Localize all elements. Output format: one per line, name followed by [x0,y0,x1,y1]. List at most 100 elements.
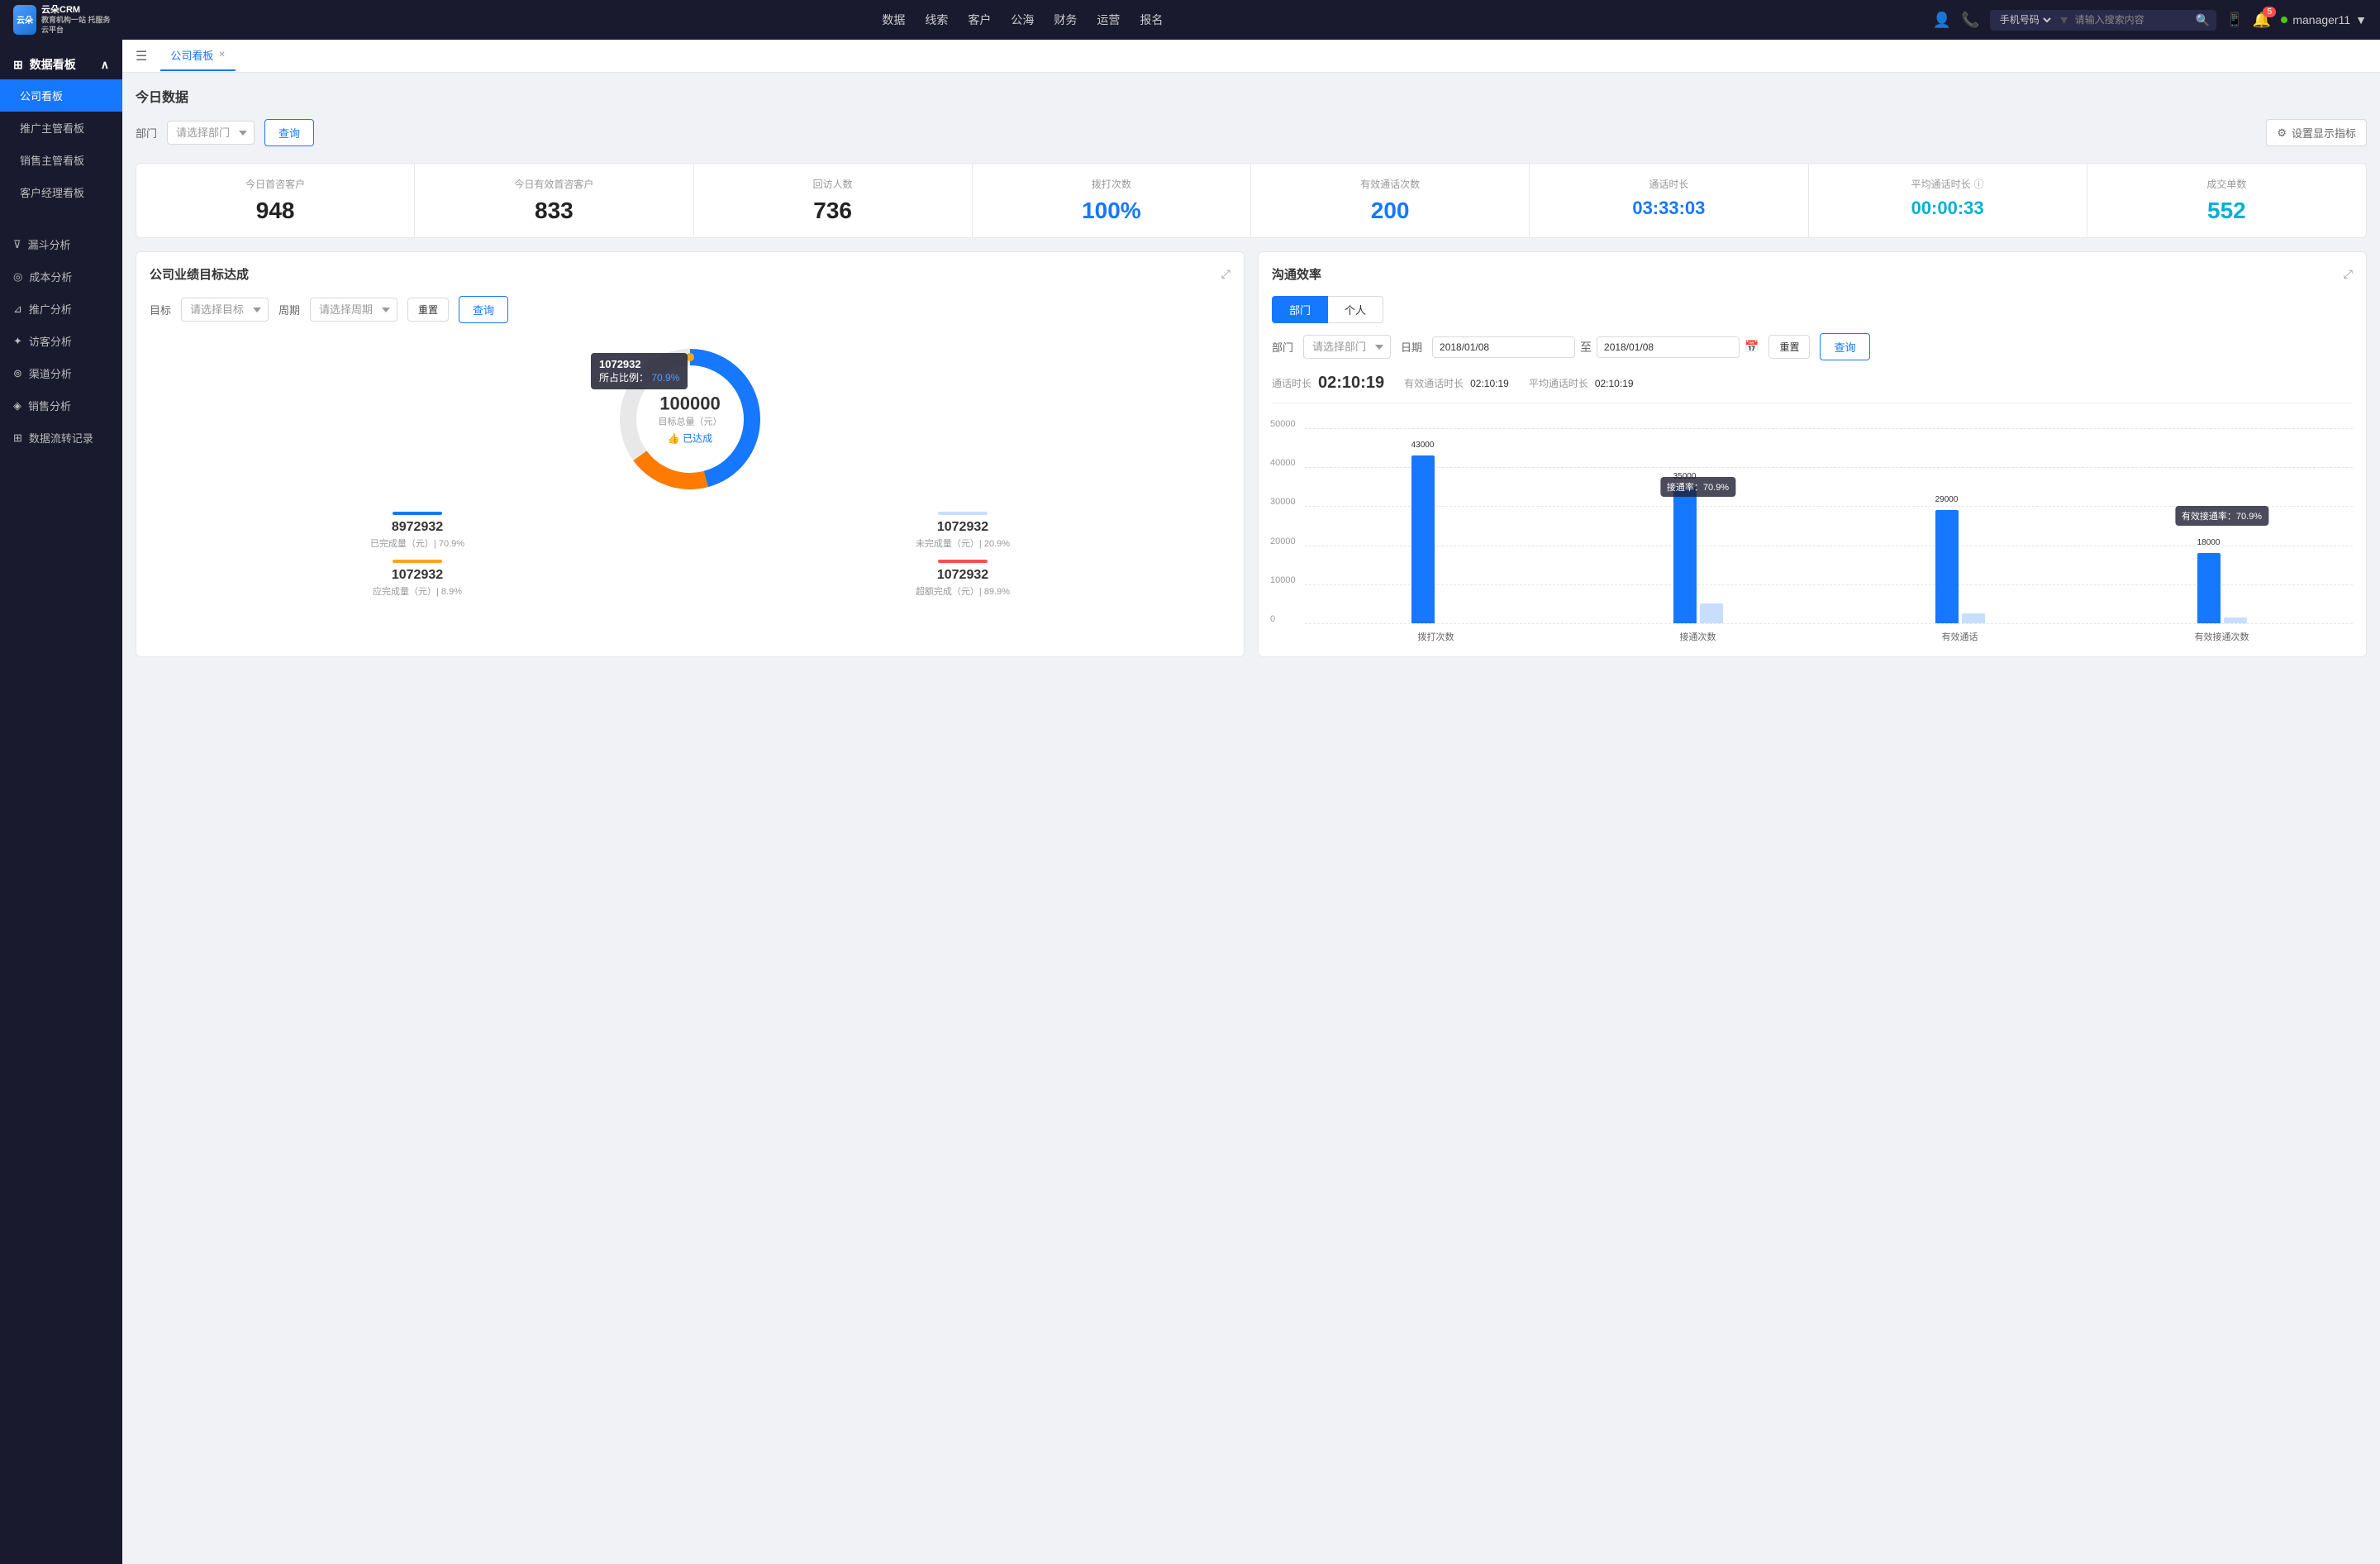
comm-stat-duration: 通话时长 02:10:19 [1272,374,1384,393]
bar-effective-short [1962,613,1985,623]
comm-panel-title: 沟通效率 [1272,265,1321,283]
bar-effective-tall[interactable]: 29000 [1935,510,1959,623]
calendar-icon[interactable]: 📅 [1745,340,1759,354]
phone-icon[interactable]: 📞 [1961,12,1979,29]
tab-company-board[interactable]: 公司看板 ✕ [160,41,235,71]
sidebar-item-label: 渠道分析 [29,365,72,381]
comm-panel-header: 沟通效率 ⤢ [1272,265,2353,283]
tab-bar: ☰ 公司看板 ✕ [122,40,2380,73]
sidebar-grid-icon: ⊞ [13,58,23,72]
grid-label: 40000 [1270,458,1296,468]
bar-dial-tall[interactable]: 43000 [1411,455,1435,623]
sidebar-collapse-icon[interactable]: ∧ [101,58,109,72]
date-from-input[interactable] [1432,336,1575,358]
stat-value: 948 [146,198,404,224]
sidebar-item-data-flow[interactable]: ⊞ 数据流转记录 [0,422,122,454]
sidebar-item-visitor[interactable]: ✦ 访客分析 [0,325,122,357]
sidebar-item-company-board[interactable]: 公司看板 [0,79,122,112]
date-to-input[interactable] [1597,336,1740,358]
nav-customers[interactable]: 客户 [968,8,991,31]
page-content: 今日数据 部门 请选择部门 查询 ⚙ 设置显示指标 今日首咨客户 948 [122,73,2380,670]
sidebar-item-sales-board[interactable]: 销售主管看板 [0,144,122,176]
nav-signup[interactable]: 报名 [1140,8,1163,31]
user-menu[interactable]: manager11 ▼ [2281,13,2367,26]
search-input[interactable] [2075,14,2191,26]
stat-card-effective-consult: 今日有效首咨客户 833 [415,164,693,237]
sidebar-item-label: 公司看板 [20,88,63,103]
search-icon[interactable]: 🔍 [2196,13,2210,27]
settings-display-button[interactable]: ⚙ 设置显示指标 [2266,119,2367,146]
tab-personal[interactable]: 个人 [1328,296,1383,323]
sidebar-item-promote[interactable]: ⊿ 推广分析 [0,293,122,325]
nav-operations[interactable]: 运营 [1097,8,1120,31]
tab-close-icon[interactable]: ✕ [218,50,225,60]
goal-stat-label: 已完成量（元）| 70.9% [150,536,685,550]
sidebar-header-left: ⊞ 数据看板 [13,56,76,73]
sidebar-item-label: 推广分析 [29,301,72,317]
settings-icon: ⚙ [2277,126,2287,140]
tooltip-percent: 70.9% [651,372,679,384]
goal-stat-bar-incomplete [938,512,988,515]
stat-card-deals: 成交单数 552 [2087,164,2366,237]
bar-label: 18000 [2197,538,2221,547]
sidebar-section-analysis: ⊽ 漏斗分析 ◎ 成本分析 ⊿ 推广分析 ✦ 访客分析 ⊚ 渠道分析 ◈ 销售分… [0,218,122,464]
settings-label: 设置显示指标 [2292,125,2356,141]
stat-value: 200 [1261,198,1519,224]
comm-expand-icon[interactable]: ⤢ [2344,267,2353,281]
nav-finance[interactable]: 财务 [1054,8,1077,31]
goal-stat-value: 1072932 [695,568,1230,583]
notification-btn[interactable]: 🔔 5 [2253,12,2271,29]
grid-label: 20000 [1270,536,1296,546]
goal-stat-label: 未完成量（元）| 20.9% [695,536,1230,550]
search-type-select[interactable]: 手机号码 [1997,13,2054,26]
bar-connected-tall[interactable]: 35000 [1673,487,1697,623]
goal-select[interactable]: 请选择目标 [181,298,269,322]
today-data-title: 今日数据 [136,86,2367,106]
goal-stat-completed: 8972932 已完成量（元）| 70.9% [150,512,685,550]
tablet-icon[interactable]: 📱 [2226,12,2243,28]
stat-label: 成交单数 [2097,177,2356,191]
stat-value: 100% [983,198,1240,224]
nav-leads[interactable]: 线索 [925,8,948,31]
tab-dept[interactable]: 部门 [1272,296,1328,323]
nav-data[interactable]: 数据 [882,8,905,31]
comm-query-button[interactable]: 查询 [1820,333,1869,360]
bar-inner: 43000 [1411,428,1461,623]
sidebar-item-sales-analysis[interactable]: ◈ 销售分析 [0,389,122,422]
sidebar-item-funnel[interactable]: ⊽ 漏斗分析 [0,228,122,260]
promote-icon: ⊿ [13,303,22,316]
comm-dept-select[interactable]: 请选择部门 [1303,335,1391,359]
dept-filter-select[interactable]: 请选择部门 [167,121,255,145]
grid-label: 50000 [1270,419,1296,429]
donut-center-label: 目标总量（元） [659,415,722,428]
user-dropdown-icon[interactable]: ▼ [2355,13,2367,26]
comm-reset-button[interactable]: 重置 [1768,335,1810,359]
stat-value: 00:00:33 [1819,198,2077,219]
cost-icon: ◎ [13,270,22,284]
sidebar-item-channel[interactable]: ⊚ 渠道分析 [0,357,122,389]
goal-stat-should-complete: 1072932 应完成量（元）| 8.9% [150,560,685,598]
sidebar-item-cost[interactable]: ◎ 成本分析 [0,260,122,293]
sidebar-item-promo-board[interactable]: 推广主管看板 [0,112,122,144]
today-query-button[interactable]: 查询 [264,119,314,146]
search-box: 手机号码 ▼ 🔍 [1990,10,2216,31]
goal-expand-icon[interactable]: ⤢ [1221,267,1230,281]
user-icon[interactable]: 👤 [1933,12,1951,29]
grid-label: 10000 [1270,575,1296,585]
username: manager11 [2292,13,2350,26]
donut-tooltip: 1072932 所占比例： 70.9% [591,353,688,389]
goal-query-button[interactable]: 查询 [459,296,508,323]
nav-sea[interactable]: 公海 [1011,8,1034,31]
bar-connected-short [1700,603,1723,623]
info-icon[interactable]: ⓘ [1974,177,1984,191]
hamburger-icon[interactable]: ☰ [136,48,147,64]
annotation-connect-rate: 接通率：70.9% [1660,477,1735,497]
goal-stat-label: 超额完成（元）| 89.9% [695,584,1230,598]
sidebar-section-title: 数据看板 [30,56,76,73]
bar-eff-connected-tall[interactable]: 18000 [2197,553,2221,623]
goal-reset-button[interactable]: 重置 [407,298,449,322]
sidebar-item-customer-board[interactable]: 客户经理看板 [0,176,122,208]
stat-label: 回访人数 [704,177,962,191]
period-select[interactable]: 请选择周期 [310,298,397,322]
goal-stats: 8972932 已完成量（元）| 70.9% 1072932 未完成量（元）| … [150,512,1230,598]
